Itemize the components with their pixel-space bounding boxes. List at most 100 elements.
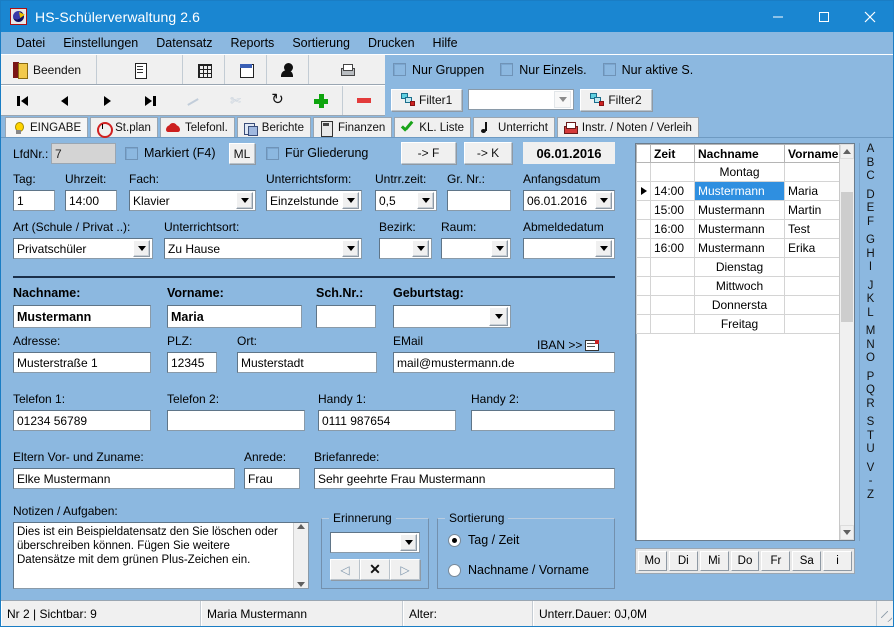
schnr-field[interactable] [316,305,376,328]
checkbox-markiert[interactable]: Markiert (F4) [125,146,216,160]
grid-scrollbar[interactable] [839,144,854,540]
alpha-letter-M[interactable]: M [866,325,876,339]
minimize-icon[interactable] [755,1,801,32]
next-record-button[interactable] [86,86,129,115]
refresh-button[interactable] [256,86,300,115]
checkbox-icon[interactable] [602,63,616,76]
day-button-mi[interactable]: Mi [699,551,729,571]
cell-zeit[interactable]: 16:00 [650,238,695,258]
schedule-grid[interactable]: Zeit Nachname Vorname Montag 14:00 Musterm… [635,143,855,541]
telefon2-field[interactable] [167,410,305,431]
menu-reports[interactable]: Reports [222,34,284,52]
menu-einstellungen[interactable]: Einstellungen [54,34,147,52]
cell-nachname[interactable]: Freitag [694,314,785,334]
untrrzeit-combo[interactable]: 0,5 [375,190,437,211]
col-zeit-header[interactable]: Zeit [650,144,695,163]
checkbox-icon[interactable] [125,146,138,160]
alpha-letter-A[interactable]: A [867,143,875,157]
to-k-button[interactable]: -> K [464,142,512,164]
checkbox-nur-einzels[interactable]: Nur Einzels. [500,63,587,77]
row-selector[interactable] [636,314,651,334]
checkbox-nur-aktive[interactable]: Nur aktive S. [602,63,693,77]
checkbox-icon[interactable] [266,146,279,160]
handy2-field[interactable] [471,410,615,431]
chevron-down-icon[interactable] [554,91,572,108]
iban-link[interactable]: IBAN >> [537,338,600,352]
chevron-down-icon[interactable] [491,240,508,257]
tab-unterricht[interactable]: Unterricht [473,117,555,137]
last-record-button[interactable] [128,86,172,115]
alpha-letter-E[interactable]: E [867,202,875,216]
tab-stplan[interactable]: St.plan [90,117,158,138]
filter2-button[interactable]: Filter2 [580,88,652,111]
row-selector[interactable] [636,257,651,277]
row-selector[interactable] [636,162,651,182]
menu-datei[interactable]: Datei [7,34,54,52]
document-button[interactable] [97,55,183,84]
radio-tag-zeit[interactable]: Tag / Zeit [448,533,519,547]
adresse-field[interactable]: Musterstraße 1 [13,352,151,373]
checkbox-icon[interactable] [500,63,514,76]
checkbox-nur-gruppen[interactable]: Nur Gruppen [393,63,484,77]
cell-nachname[interactable]: Donnersta [694,295,785,315]
cell-nachname[interactable]: Mustermann [694,200,785,220]
ort-field[interactable]: Musterstadt [237,352,377,373]
menu-sortierung[interactable]: Sortierung [283,34,359,52]
radio-icon[interactable] [448,563,461,577]
exit-button[interactable]: Beenden [1,55,97,84]
chevron-down-icon[interactable] [236,192,253,209]
cell-zeit[interactable]: 15:00 [650,200,695,220]
menu-hilfe[interactable]: Hilfe [424,34,467,52]
table-row[interactable]: 14:00 Mustermann Maria [636,181,854,201]
alpha-letter-G[interactable]: G [866,234,875,248]
cell-zeit[interactable] [650,314,695,334]
delete-record-button[interactable] [342,86,386,115]
alpha-letter-H[interactable]: H [866,248,874,262]
table-row[interactable]: Mittwoch [636,276,854,296]
alpha-letter-Q[interactable]: Q [866,384,875,398]
chevron-down-icon[interactable] [595,240,612,257]
row-selector[interactable] [636,219,651,239]
tab-instr-noten-verleih[interactable]: Instr. / Noten / Verleih [556,117,699,137]
cell-zeit[interactable] [650,295,695,315]
notizen-scrollbar[interactable] [293,523,308,588]
chevron-down-icon[interactable] [489,307,508,326]
unterrichtsform-combo[interactable]: Einzelstunde [266,190,362,211]
briefanrede-field[interactable]: Sehr geehrte Frau Mustermann [314,468,615,489]
nachname-field[interactable]: Mustermann [13,305,151,328]
chevron-down-icon[interactable] [595,192,612,209]
checkbox-icon[interactable] [393,63,406,76]
print-button[interactable] [309,55,385,84]
table-row[interactable]: 16:00 Mustermann Erika [636,238,854,258]
alpha-letter-O[interactable]: O [866,352,875,366]
plz-field[interactable]: 12345 [167,352,217,373]
calendar-button[interactable] [225,55,267,84]
day-button-do[interactable]: Do [730,551,760,571]
notizen-textarea[interactable] [14,523,293,588]
alpha-letter-B[interactable]: B [867,157,875,171]
alpha-letter-S[interactable]: S [867,416,875,430]
alpha-letter--[interactable]: - [869,475,873,489]
uhrzeit-field[interactable]: 14:00 [65,190,117,211]
anrede-field[interactable]: Frau [244,468,300,489]
chevron-down-icon[interactable] [417,192,434,209]
menu-drucken[interactable]: Drucken [359,34,424,52]
chevron-down-icon[interactable] [412,240,429,257]
table-row[interactable]: Freitag [636,314,854,334]
handy1-field[interactable]: 0111 987654 [318,410,456,431]
alpha-letter-F[interactable]: F [867,216,874,230]
row-selector[interactable] [636,295,651,315]
tab-berichte[interactable]: Berichte [236,117,311,137]
maximize-icon[interactable] [801,1,847,32]
table-row[interactable]: Dienstag [636,257,854,277]
table-row[interactable]: 16:00 Mustermann Test [636,219,854,239]
day-button-sa[interactable]: Sa [792,551,822,571]
telefon1-field[interactable]: 01234 56789 [13,410,151,431]
alpha-letter-L[interactable]: L [867,307,873,321]
ml-button[interactable]: ML [229,143,255,164]
resize-grip-icon[interactable] [877,601,893,626]
cell-nachname[interactable]: Mittwoch [694,276,785,296]
alpha-letter-Z[interactable]: Z [867,489,874,503]
row-selector[interactable] [636,181,651,201]
to-f-button[interactable]: -> F [401,142,456,164]
